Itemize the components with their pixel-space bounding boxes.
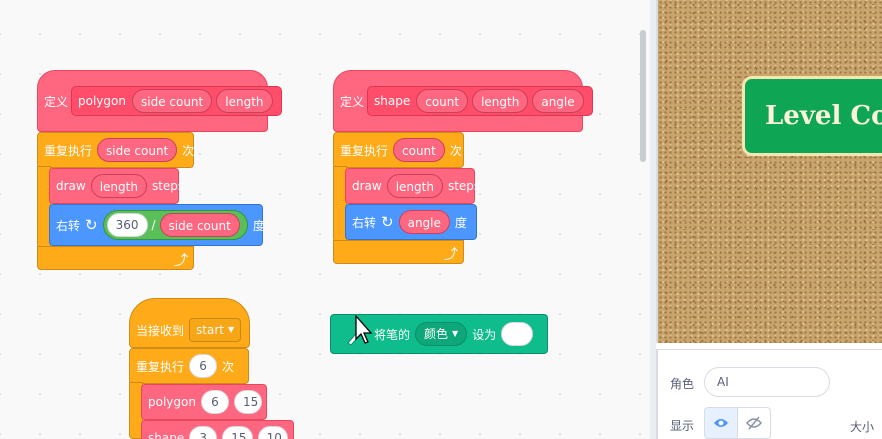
sprite-name-input[interactable]: AI — [704, 367, 830, 397]
polygon-arg-2[interactable]: 15 — [233, 390, 262, 414]
shape-call-block[interactable]: shape 3 15 10 — [141, 420, 294, 439]
code-workspace[interactable]: 定义 polygon side count length 重复执行 side c… — [0, 0, 650, 439]
draw-label: draw — [56, 179, 86, 193]
show-sprite-button[interactable] — [704, 407, 738, 439]
repeat-label: 重复执行 — [340, 143, 389, 158]
divide-symbol: / — [151, 218, 156, 232]
repeat-label: 重复执行 — [44, 143, 93, 158]
repeat-suffix: 次 — [449, 143, 462, 158]
define-polygon-block[interactable]: 定义 polygon side count length — [37, 70, 282, 132]
draw-suffix: steps — [151, 179, 185, 193]
turn-right-block[interactable]: 右转 ↻ angle 度 — [345, 204, 477, 240]
param-length[interactable]: length — [216, 89, 273, 113]
draw-arg-length[interactable]: length — [90, 174, 147, 198]
eye-icon — [714, 419, 728, 427]
draw-block[interactable]: draw length steps — [345, 168, 480, 204]
turn-label: 右转 — [56, 218, 81, 233]
repeat-suffix: 次 — [222, 359, 235, 374]
pen-label: 将笔的 — [374, 327, 411, 342]
param-length[interactable]: length — [472, 89, 529, 113]
divide-arg-side-count[interactable]: side count — [159, 213, 240, 237]
workspace-scrollbar[interactable] — [640, 30, 646, 162]
sprite-name-label: 角色 — [670, 377, 695, 391]
param-side-count[interactable]: side count — [131, 89, 213, 113]
param-count[interactable]: count — [416, 89, 469, 113]
banner-text: Level Co — [765, 101, 882, 131]
shape-arg-1[interactable]: 3 — [189, 426, 218, 439]
turn-suffix: 度 — [252, 218, 265, 233]
repeat-block[interactable]: 重复执行 side count 次 — [37, 132, 194, 168]
mouse-cursor-icon — [355, 315, 373, 344]
define-label: 定义 — [340, 94, 365, 109]
polygon-call-label: polygon — [148, 395, 196, 409]
polygon-prototype: polygon side count length — [71, 86, 282, 116]
dropdown-arrow-icon: ▼ — [452, 329, 459, 338]
repeat-arg-count[interactable]: count — [393, 138, 445, 162]
message-value: start — [196, 323, 224, 337]
polygon-call-block[interactable]: polygon 6 15 — [141, 384, 267, 420]
turn-suffix: 度 — [454, 215, 467, 230]
shape-arg-2[interactable]: 15 — [222, 426, 253, 439]
turn-right-block[interactable]: 右转 ↻ 360 / side count 度 — [49, 204, 265, 246]
divide-operator[interactable]: 360 / side count — [102, 210, 248, 240]
param-angle[interactable]: angle — [532, 89, 584, 113]
draw-arg-length[interactable]: length — [386, 174, 443, 198]
repeat-label: 重复执行 — [136, 359, 185, 374]
repeat-block-bottom: ⤴ — [37, 246, 194, 270]
repeat-count-input[interactable]: 6 — [189, 354, 218, 378]
hide-sprite-button[interactable] — [737, 407, 771, 439]
size-label: 大小 — [850, 420, 875, 434]
event-label: 当接收到 — [136, 323, 185, 338]
repeat-block-bottom: ⤴ — [333, 240, 464, 264]
repeat-suffix: 次 — [182, 143, 195, 158]
shape-call-label: shape — [148, 431, 185, 439]
shape-arg-3[interactable]: 10 — [257, 426, 288, 439]
divide-value[interactable]: 360 — [106, 213, 148, 237]
pen-param-dropdown[interactable]: 颜色 ▼ — [415, 322, 468, 346]
turn-label: 右转 — [352, 215, 377, 230]
polygon-arg-1[interactable]: 6 — [200, 390, 229, 414]
draw-suffix: steps — [447, 179, 481, 193]
repeat-block[interactable]: 重复执行 count 次 — [333, 132, 464, 168]
pen-value-input[interactable] — [501, 322, 534, 346]
message-dropdown[interactable]: start ▼ — [189, 318, 242, 342]
prototype-name: shape — [374, 94, 411, 108]
repeat-block[interactable]: 重复执行 6 次 — [129, 348, 249, 384]
turn-right-icon: ↻ — [85, 216, 98, 234]
dropdown-arrow-icon: ▼ — [227, 325, 235, 334]
shape-prototype: shape count length angle — [367, 86, 593, 116]
sprite-info-panel: 角色 AI 显示 大小 — [656, 349, 882, 439]
loop-arrow-icon: ⤴ — [444, 247, 458, 263]
pen-set-to-label: 设为 — [472, 327, 497, 342]
when-i-receive-block[interactable]: 当接收到 start ▼ — [129, 298, 250, 348]
stage-canvas[interactable]: Level Co — [656, 0, 882, 343]
loop-arrow-icon: ⤴ — [174, 253, 188, 269]
show-label: 显示 — [670, 419, 695, 433]
draw-block[interactable]: draw length steps — [49, 168, 184, 204]
eye-slash-icon — [746, 416, 762, 430]
turn-arg-angle[interactable]: angle — [398, 210, 450, 234]
turn-right-icon: ↻ — [381, 213, 394, 231]
draw-label: draw — [352, 179, 382, 193]
pen-param-value: 颜色 — [424, 327, 449, 341]
stage-banner: Level Co — [742, 76, 882, 156]
define-shape-block[interactable]: 定义 shape count length angle — [333, 70, 593, 132]
prototype-name: polygon — [78, 94, 126, 108]
define-label: 定义 — [44, 94, 69, 109]
repeat-arg-side-count[interactable]: side count — [97, 138, 178, 162]
